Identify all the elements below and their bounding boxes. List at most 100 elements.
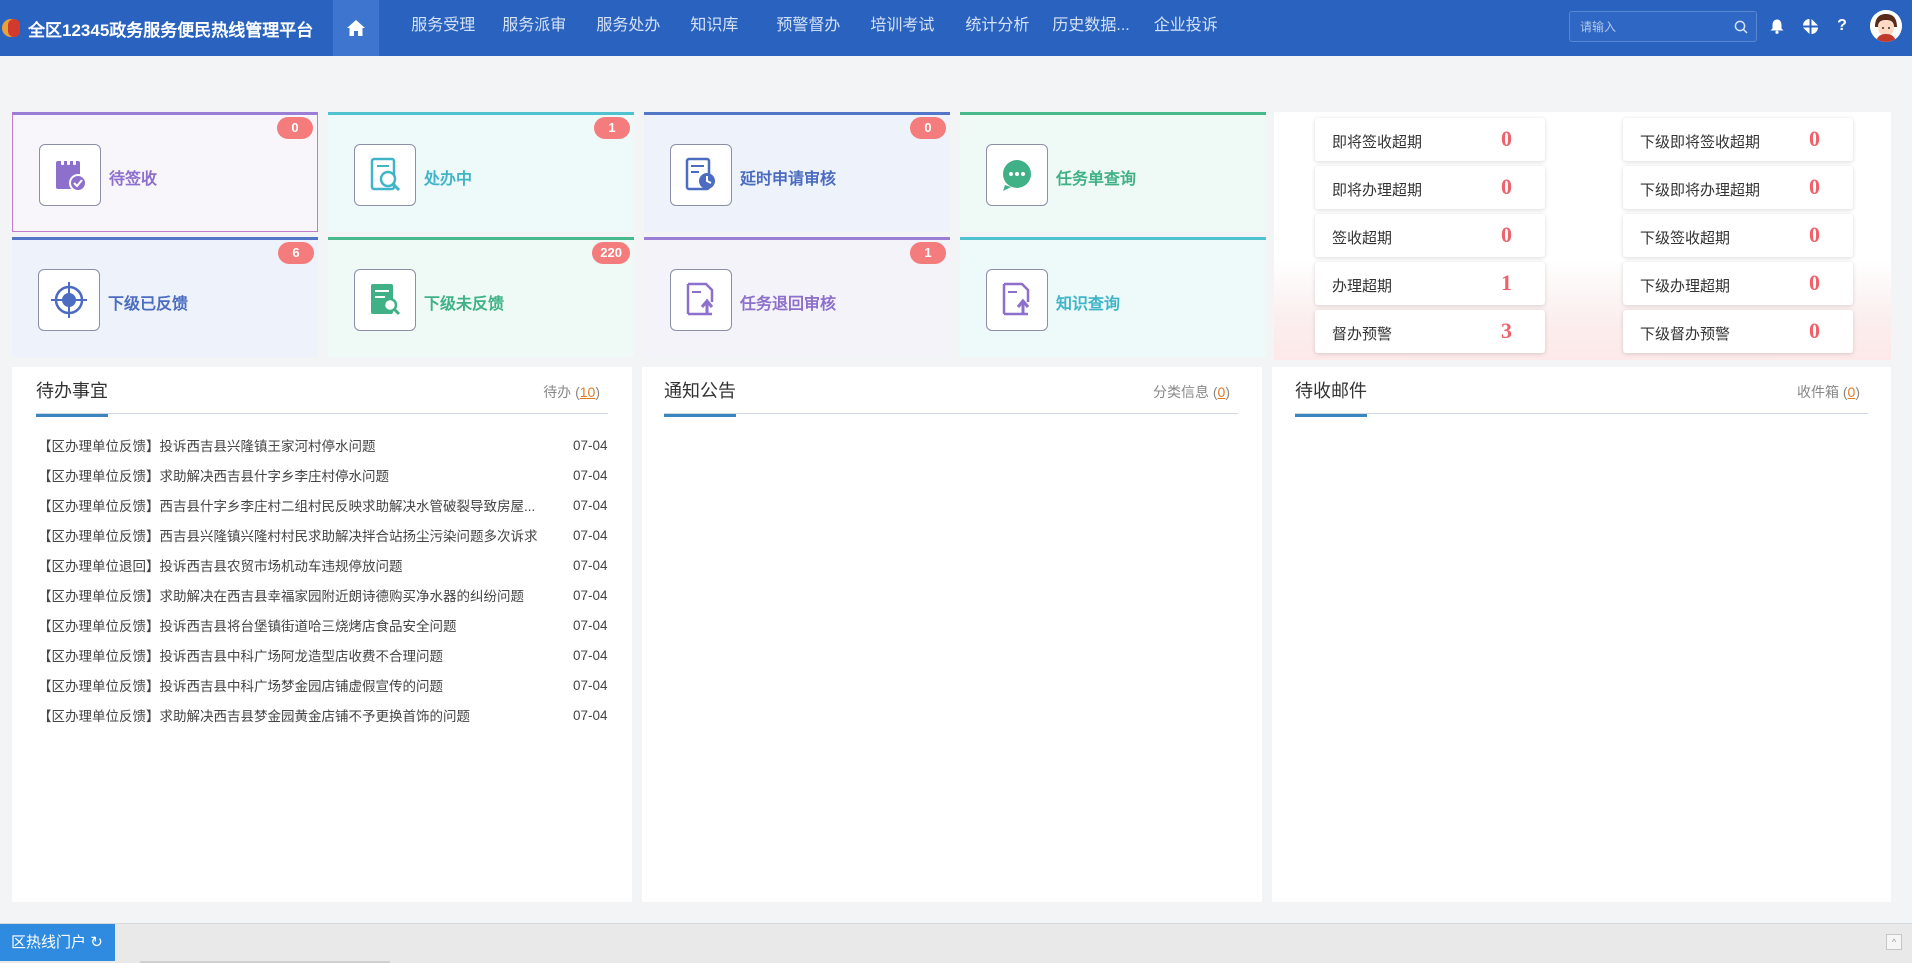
panel-title: 待办事宜	[36, 377, 108, 417]
tile-in-progress[interactable]: 处办中 1	[328, 112, 634, 232]
nav-item-statistics[interactable]: 统计分析	[965, 0, 1029, 56]
alert-item[interactable]: 即将签收超期 0	[1315, 118, 1545, 161]
alert-item[interactable]: 下级即将办理超期 0	[1623, 166, 1853, 209]
document-clock-icon	[685, 157, 715, 191]
list-item[interactable]: 【区办理单位反馈】求助解决在西吉县幸福家园附近朗诗德购买净水器的纠纷问题 07-0…	[38, 580, 612, 610]
tile-sub-feedback-pending[interactable]: 下级未反馈 220	[328, 237, 634, 357]
item-title: 【区办理单位反馈】投诉西吉县中科广场阿龙造型店收费不合理问题	[38, 649, 443, 664]
alert-value: 0	[1809, 174, 1820, 199]
tile-icon-box	[39, 144, 101, 206]
list-item[interactable]: 【区办理单位反馈】投诉西吉县中科广场阿龙造型店收费不合理问题 07-04	[38, 640, 612, 670]
count-badge: 0	[910, 117, 946, 139]
todo-count-link[interactable]: 待办 (10)	[543, 382, 600, 402]
alert-label: 督办预警	[1332, 326, 1393, 343]
alert-item[interactable]: 即将办理超期 0	[1315, 166, 1545, 209]
help-icon[interactable]: ?	[1832, 16, 1852, 36]
item-title: 【区办理单位退回】投诉西吉县农贸市场机动车违规停放问题	[38, 559, 403, 574]
home-icon	[347, 20, 366, 36]
tile-return-review[interactable]: 任务退回审核 1	[644, 237, 950, 357]
nav-item-service-accept[interactable]: 服务受理	[411, 0, 475, 56]
item-date: 07-04	[573, 437, 608, 453]
list-item[interactable]: 【区办理单位反馈】投诉西吉县兴隆镇王家河村停水问题 07-04	[38, 430, 612, 460]
tile-icon-box	[354, 269, 416, 331]
alert-item[interactable]: 督办预警 3	[1315, 310, 1545, 353]
tile-icon-box	[38, 269, 100, 331]
alert-item[interactable]: 签收超期 0	[1315, 214, 1545, 257]
alert-value: 0	[1809, 222, 1820, 247]
panel-title: 通知公告	[664, 377, 736, 417]
list-item[interactable]: 【区办理单位反馈】求助解决西吉县什字乡李庄村停水问题 07-04	[38, 460, 612, 490]
alert-label: 办理超期	[1332, 278, 1393, 295]
alert-value: 0	[1809, 270, 1820, 295]
list-item[interactable]: 【区办理单位反馈】投诉西吉县中科广场梦金园店铺虚假宣传的问题 07-04	[38, 670, 612, 700]
list-item[interactable]: 【区办理单位反馈】西吉县什字乡李庄村二组村民反映求助解决水管破裂导致房屋... 0…	[38, 490, 612, 520]
settings-icon[interactable]	[1800, 16, 1820, 36]
nav-item-warning-supervise[interactable]: 预警督办	[776, 0, 840, 56]
alert-value: 0	[1501, 126, 1512, 151]
tile-task-query[interactable]: 任务单查询	[960, 112, 1266, 232]
refresh-icon[interactable]: ↻	[90, 934, 103, 951]
item-title: 【区办理单位反馈】求助解决在西吉县幸福家园附近朗诗德购买净水器的纠纷问题	[38, 589, 524, 604]
tile-label: 知识查询	[1056, 296, 1121, 313]
nav-item-service-dispatch[interactable]: 服务派审	[502, 0, 566, 56]
nav-item-enterprise-complaint[interactable]: 企业投诉	[1154, 0, 1218, 56]
item-title: 【区办理单位反馈】西吉县兴隆镇兴隆村村民求助解决拌合站扬尘污染问题多次诉求	[38, 529, 538, 544]
alert-value: 0	[1809, 126, 1820, 151]
portal-tab[interactable]: 区热线门户 ↻	[0, 924, 115, 961]
item-date: 07-04	[573, 677, 608, 693]
item-title: 【区办理单位反馈】西吉县什字乡李庄村二组村民反映求助解决水管破裂导致房屋...	[38, 499, 536, 514]
nav-item-service-handle[interactable]: 服务处办	[596, 0, 660, 56]
alert-item[interactable]: 下级即将签收超期 0	[1623, 118, 1853, 161]
user-avatar[interactable]	[1870, 10, 1902, 42]
tile-icon-box	[354, 144, 416, 206]
notice-category-link[interactable]: 分类信息 (0)	[1153, 382, 1230, 402]
tile-pending-sign[interactable]: 待签收 0	[12, 112, 318, 232]
search-input[interactable]	[1570, 12, 1730, 41]
search-icon[interactable]	[1734, 20, 1748, 34]
home-button[interactable]	[333, 0, 380, 56]
alert-item[interactable]: 办理超期 1	[1315, 262, 1545, 305]
alert-item[interactable]: 下级督办预警 0	[1623, 310, 1853, 353]
clipboard-check-icon	[56, 158, 87, 192]
alert-item[interactable]: 下级签收超期 0	[1623, 214, 1853, 257]
tile-label: 任务单查询	[1056, 171, 1137, 188]
nav-item-training-exam[interactable]: 培训考试	[870, 0, 934, 56]
alert-label: 签收超期	[1332, 230, 1393, 247]
app-title: 全区12345政务服务便民热线管理平台	[28, 20, 314, 40]
count-value: 0	[1847, 384, 1856, 400]
bell-icon[interactable]	[1767, 16, 1787, 36]
notice-panel: 通知公告 分类信息 (0)	[642, 367, 1262, 902]
main-nav: 服务受理 服务派审 服务处办 知识库 预警督办 培训考试 统计分析 历史数据..…	[381, 0, 1217, 56]
alert-value: 0	[1809, 318, 1820, 343]
alert-label: 下级即将签收超期	[1640, 134, 1761, 151]
item-title: 【区办理单位反馈】投诉西吉县兴隆镇王家河村停水问题	[38, 439, 376, 454]
tile-delay-review[interactable]: 延时申请审核 0	[644, 112, 950, 232]
list-item[interactable]: 【区办理单位反馈】求助解决西吉县梦金园黄金店铺不予更换首饰的问题 07-04	[38, 700, 612, 730]
nav-item-history-data[interactable]: 历史数据...	[1052, 0, 1129, 56]
count-value: 10	[579, 384, 596, 400]
report-search-icon	[371, 284, 401, 316]
list-item[interactable]: 【区办理单位反馈】投诉西吉县将台堡镇街道哈三烧烤店食品安全问题 07-04	[38, 610, 612, 640]
item-date: 07-04	[573, 587, 608, 603]
alert-value: 3	[1501, 318, 1512, 343]
item-title: 【区办理单位反馈】投诉西吉县将台堡镇街道哈三烧烤店食品安全问题	[38, 619, 457, 634]
item-title: 【区办理单位反馈】投诉西吉县中科广场梦金园店铺虚假宣传的问题	[38, 679, 443, 694]
item-date: 07-04	[573, 527, 608, 543]
collapse-icon[interactable]: ^	[1886, 934, 1902, 950]
alert-value: 0	[1501, 222, 1512, 247]
panel-title: 待收邮件	[1295, 377, 1367, 417]
list-item[interactable]: 【区办理单位反馈】西吉县兴隆镇兴隆村村民求助解决拌合站扬尘污染问题多次诉求 07-…	[38, 520, 612, 550]
count-value: 0	[1217, 384, 1226, 400]
list-item[interactable]: 【区办理单位退回】投诉西吉县农贸市场机动车违规停放问题 07-04	[38, 550, 612, 580]
tile-sub-feedback-done[interactable]: 下级已反馈 6	[12, 237, 318, 357]
alert-value: 0	[1501, 174, 1512, 199]
count-badge: 0	[277, 117, 313, 139]
todo-panel: 待办事宜 待办 (10) 【区办理单位反馈】投诉西吉县兴隆镇王家河村停水问题 07…	[12, 367, 632, 902]
inbox-link[interactable]: 收件箱 (0)	[1797, 382, 1860, 402]
nav-item-knowledge[interactable]: 知识库	[690, 0, 738, 56]
item-date: 07-04	[573, 557, 608, 573]
tile-knowledge-query[interactable]: 知识查询	[960, 237, 1266, 357]
item-date: 07-04	[573, 647, 608, 663]
alert-value: 1	[1501, 270, 1512, 295]
alert-item[interactable]: 下级办理超期 0	[1623, 262, 1853, 305]
